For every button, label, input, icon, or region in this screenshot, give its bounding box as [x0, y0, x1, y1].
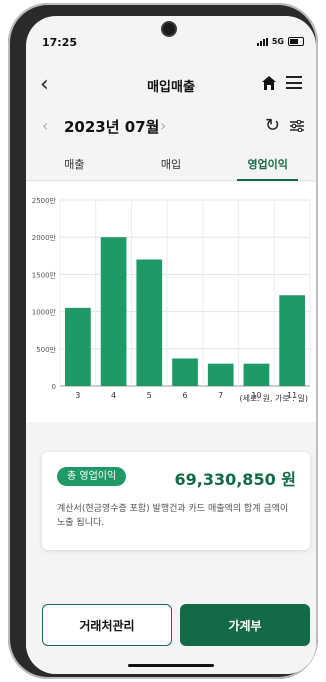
summary-amount: 69,330,850 원 — [174, 470, 296, 489]
tab-purchase[interactable]: 매입 — [123, 152, 220, 180]
network-label: 5G — [271, 37, 284, 46]
menu-icon[interactable] — [286, 76, 302, 89]
status-time: 17:25 — [42, 36, 78, 49]
top-bar: ‹ 매입매출 — [26, 66, 316, 100]
period-label[interactable]: 2023년 07월 — [64, 116, 159, 137]
front-camera — [163, 23, 175, 35]
profit-bar-chart: 0500만1000만1500만2000만2500만3 4 5 6 7 10 11 — [32, 196, 311, 400]
bar-10[interactable] — [243, 363, 270, 386]
status-indicators: 5G — [256, 37, 304, 46]
x-tick-label: 3 — [75, 391, 80, 400]
battery-icon — [288, 37, 304, 46]
y-tick-label: 1500만 — [32, 270, 57, 279]
bar-5[interactable] — [136, 259, 163, 386]
x-tick-label: 7 — [218, 391, 223, 400]
bar-6[interactable] — [172, 358, 198, 386]
app-screen: 17:25 5G ‹ 매입매출 ‹ 2023년 07월 › ↻ 매출 매입 영업 — [26, 16, 316, 674]
y-tick-label: 2000만 — [32, 233, 57, 242]
ledger-button[interactable]: 가계부 — [180, 604, 310, 646]
y-tick-label: 2500만 — [32, 196, 57, 205]
tab-operating-profit[interactable]: 영업이익 — [219, 152, 316, 181]
bar-4[interactable] — [100, 237, 127, 386]
refresh-icon[interactable]: ↻ — [265, 115, 280, 136]
home-indicator — [128, 664, 214, 667]
tab-sales[interactable]: 매출 — [26, 152, 123, 180]
bar-7[interactable] — [207, 363, 234, 386]
prev-month-icon[interactable]: ‹ — [42, 116, 48, 135]
home-icon[interactable] — [260, 74, 278, 92]
y-tick-label: 500만 — [36, 345, 56, 354]
client-management-button[interactable]: 거래처관리 — [42, 604, 172, 646]
y-tick-label: 0 — [52, 383, 56, 391]
summary-description: 계산서(현금영수증 포함) 발행건과 카드 매출액의 합계 금액이 노출 됩니다… — [57, 504, 289, 528]
summary-badge: 총 영업이익 — [57, 467, 127, 486]
chart-area: 0 500만 1000만 1500만 2000만 2500만 3 4 5 6 7 10 11 — [26, 182, 316, 422]
summary-card: 총 영업이익 69,330,850 원 계산서(현금영수증 포함) 발행건과 카… — [42, 452, 310, 550]
next-month-icon[interactable]: › — [160, 116, 166, 135]
y-tick-label: 1000만 — [32, 308, 57, 317]
tab-bar: 매출 매입 영업이익 — [26, 152, 316, 181]
x-tick-label: 6 — [182, 391, 187, 400]
bar-11[interactable] — [279, 295, 305, 386]
chart-unit-note: (세로: 원, 가로 : 일) — [239, 394, 308, 403]
bar-3[interactable] — [65, 307, 91, 386]
period-bar: ‹ 2023년 07월 › ↻ — [26, 110, 316, 144]
filter-icon[interactable] — [290, 120, 304, 132]
x-tick-label: 4 — [111, 391, 116, 400]
x-tick-label: 5 — [147, 391, 152, 400]
signal-icon — [256, 37, 268, 46]
